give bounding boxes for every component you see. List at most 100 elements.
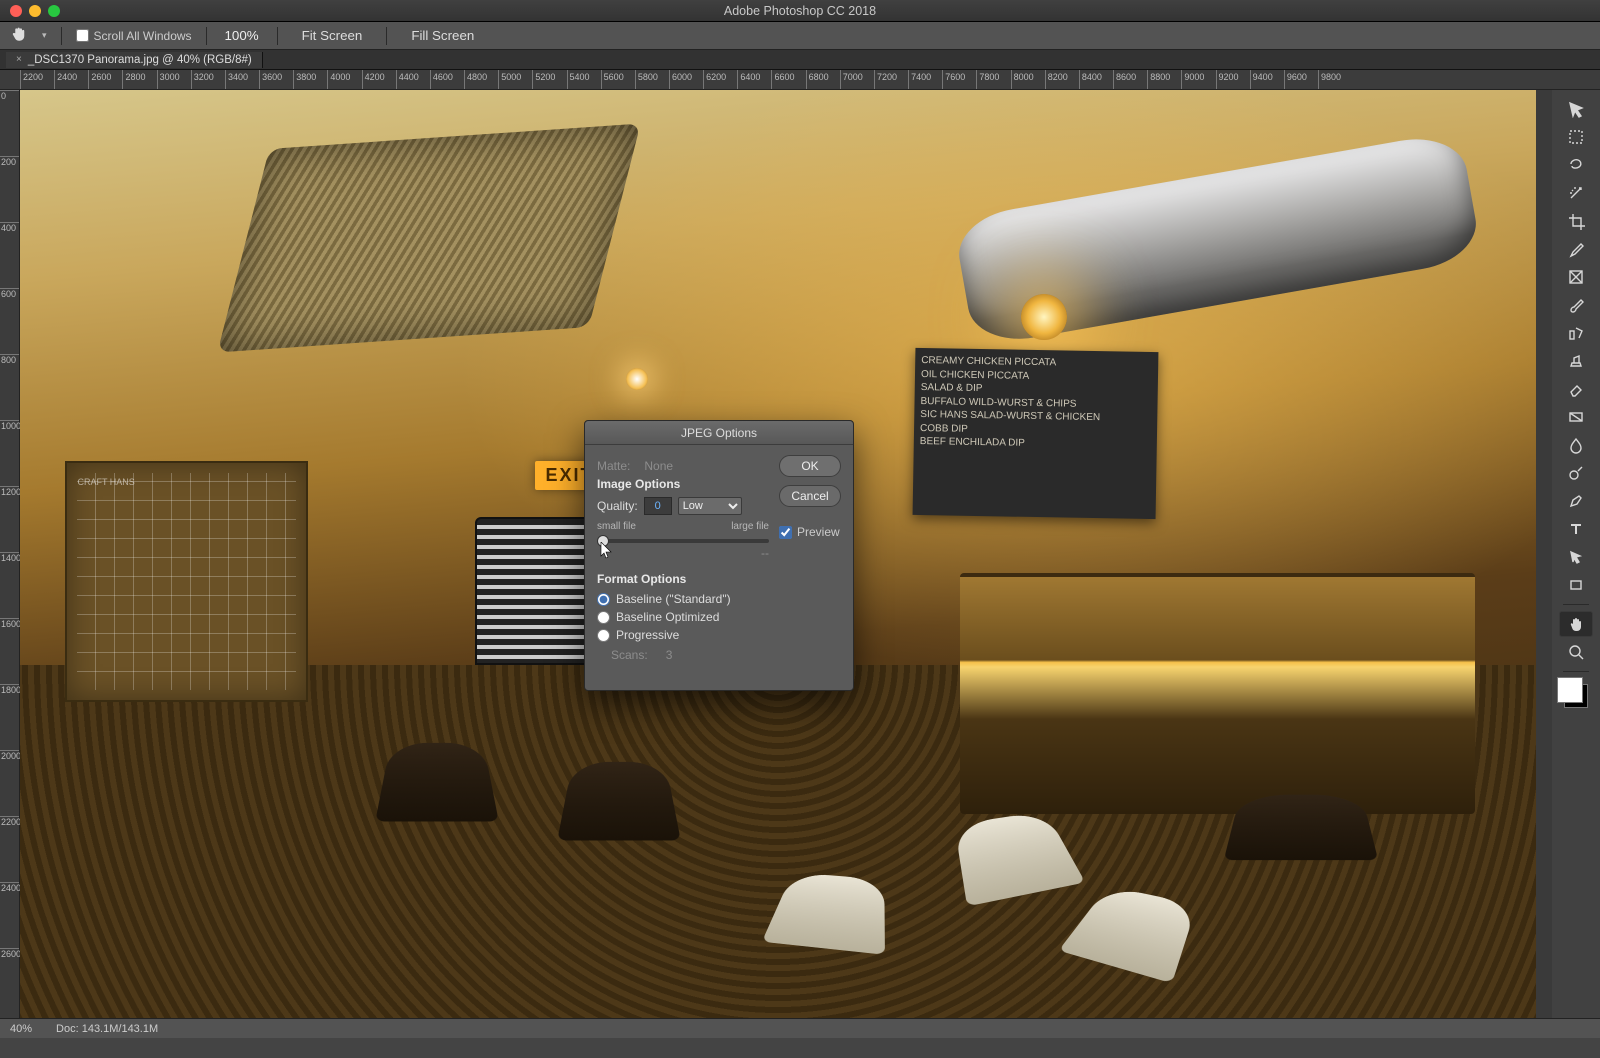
fit-screen-button[interactable]: Fit Screen (292, 25, 373, 46)
ruler-tick: 200 (0, 156, 19, 222)
ruler-tick: 4800 (464, 70, 487, 89)
document-tab[interactable]: × _DSC1370 Panorama.jpg @ 40% (RGB/8#) (6, 52, 263, 68)
format-options-header: Format Options (597, 572, 769, 586)
table (1224, 794, 1379, 859)
ruler-tick: 9400 (1250, 70, 1273, 89)
scrollbar-vertical[interactable] (1536, 90, 1552, 1018)
preview-checkbox[interactable]: Preview (779, 525, 841, 539)
window-close-icon[interactable] (10, 5, 22, 17)
zoom-icon[interactable] (1559, 639, 1593, 665)
blur-icon[interactable] (1559, 432, 1593, 458)
eraser-icon[interactable] (1559, 376, 1593, 402)
ruler-tick: 600 (0, 288, 19, 354)
ruler-tick: 6000 (669, 70, 692, 89)
ruler-horizontal[interactable]: 2200240026002800300032003400360038004000… (0, 70, 1600, 90)
large-file-label: large file (731, 521, 769, 532)
matte-label: Matte: (597, 459, 630, 473)
format-radio[interactable] (597, 629, 610, 642)
ruler-tick: 2200 (20, 70, 43, 89)
spot-heal-icon[interactable] (1559, 320, 1593, 346)
ruler-tick: 8600 (1113, 70, 1136, 89)
window-maximize-icon[interactable] (48, 5, 60, 17)
hand-tool-icon[interactable] (10, 25, 28, 46)
format-option[interactable]: Baseline Optimized (597, 610, 769, 624)
ruler-tick: 8400 (1079, 70, 1102, 89)
wall-blueprint: CRAFT HANS (65, 461, 308, 702)
window-minimize-icon[interactable] (29, 5, 41, 17)
mac-titlebar: Adobe Photoshop CC 2018 (0, 0, 1600, 22)
tool-preset-chevron-icon[interactable]: ▾ (42, 30, 47, 41)
matte-value: None (644, 459, 673, 473)
fill-screen-button[interactable]: Fill Screen (401, 25, 484, 46)
color-swatch[interactable] (1564, 684, 1588, 708)
ruler-tick: 5400 (567, 70, 590, 89)
eyedropper-icon[interactable] (1559, 236, 1593, 262)
ruler-tick: 7600 (942, 70, 965, 89)
ruler-tick: 4000 (327, 70, 350, 89)
scroll-all-windows-input[interactable] (76, 29, 89, 42)
marquee-icon[interactable] (1559, 124, 1593, 150)
format-option[interactable]: Progressive (597, 628, 769, 642)
format-option[interactable]: Baseline ("Standard") (597, 592, 769, 606)
dialog-title[interactable]: JPEG Options (585, 421, 853, 445)
chalk-menu-board: CREAMY CHICKEN PICCATAOIL CHICKEN PICCAT… (913, 348, 1158, 519)
canvas-area[interactable]: CRAFT HANS EXIT CREAMY CHICKEN PICCATAOI… (20, 90, 1536, 1018)
rectangle-icon[interactable] (1559, 572, 1593, 598)
status-zoom[interactable]: 40% (10, 1023, 32, 1035)
crop-icon[interactable] (1559, 208, 1593, 234)
ruler-tick: 2400 (0, 882, 19, 948)
format-option-label: Baseline ("Standard") (616, 592, 731, 606)
path-select-icon[interactable] (1559, 544, 1593, 570)
status-bar: 40% Doc: 143.1M/143.1M (0, 1018, 1600, 1038)
ruler-tick: 5200 (532, 70, 555, 89)
ruler-tick: 2200 (0, 816, 19, 882)
ruler-tick: 1200 (0, 486, 19, 552)
scans-value: 3 (666, 648, 673, 662)
format-radio[interactable] (597, 593, 610, 606)
close-tab-icon[interactable]: × (16, 54, 22, 65)
ruler-tick: 6800 (806, 70, 829, 89)
quality-input[interactable] (644, 497, 672, 515)
file-size-estimate: -- (597, 546, 769, 560)
quality-preset-select[interactable]: LowMediumHighMaximum (678, 497, 742, 515)
ruler-tick: 7000 (840, 70, 863, 89)
status-doc-size[interactable]: Doc: 143.1M/143.1M (56, 1023, 158, 1035)
ruler-tick: 8000 (1011, 70, 1034, 89)
ruler-tick: 6400 (737, 70, 760, 89)
preview-checkbox-input[interactable] (779, 526, 792, 539)
ruler-tick: 2400 (54, 70, 77, 89)
small-lamp (626, 368, 648, 390)
format-option-label: Progressive (616, 628, 679, 642)
quality-label: Quality: (597, 499, 638, 513)
ruler-tick: 5000 (498, 70, 521, 89)
dodge-icon[interactable] (1559, 460, 1593, 486)
hand-icon[interactable] (1559, 611, 1593, 637)
ruler-tick: 0 (0, 90, 19, 156)
frame-icon[interactable] (1559, 264, 1593, 290)
ruler-tick: 4600 (430, 70, 453, 89)
clone-stamp-icon[interactable] (1559, 348, 1593, 374)
lasso-icon[interactable] (1559, 152, 1593, 178)
ruler-vertical[interactable]: 0200400600800100012001400160018002000220… (0, 90, 20, 1018)
gradient-icon[interactable] (1559, 404, 1593, 430)
ruler-tick: 9000 (1181, 70, 1204, 89)
cancel-button[interactable]: Cancel (779, 485, 841, 507)
type-icon[interactable] (1559, 516, 1593, 542)
document-tab-label: _DSC1370 Panorama.jpg @ 40% (RGB/8#) (28, 54, 252, 66)
quality-slider[interactable] (597, 539, 769, 543)
ruler-tick: 3400 (225, 70, 248, 89)
scroll-all-windows-checkbox[interactable]: Scroll All Windows (76, 29, 192, 43)
ok-button[interactable]: OK (779, 455, 841, 477)
move-icon[interactable] (1559, 96, 1593, 122)
image-options-header: Image Options (597, 477, 769, 491)
magic-wand-icon[interactable] (1559, 180, 1593, 206)
ruler-tick: 7800 (976, 70, 999, 89)
brush-icon[interactable] (1559, 292, 1593, 318)
format-radio[interactable] (597, 611, 610, 624)
ruler-tick: 800 (0, 354, 19, 420)
ruler-tick: 2600 (88, 70, 111, 89)
ruler-tick: 8800 (1147, 70, 1170, 89)
zoom-level-field[interactable] (221, 28, 263, 43)
ruler-tick: 3600 (259, 70, 282, 89)
pen-icon[interactable] (1559, 488, 1593, 514)
